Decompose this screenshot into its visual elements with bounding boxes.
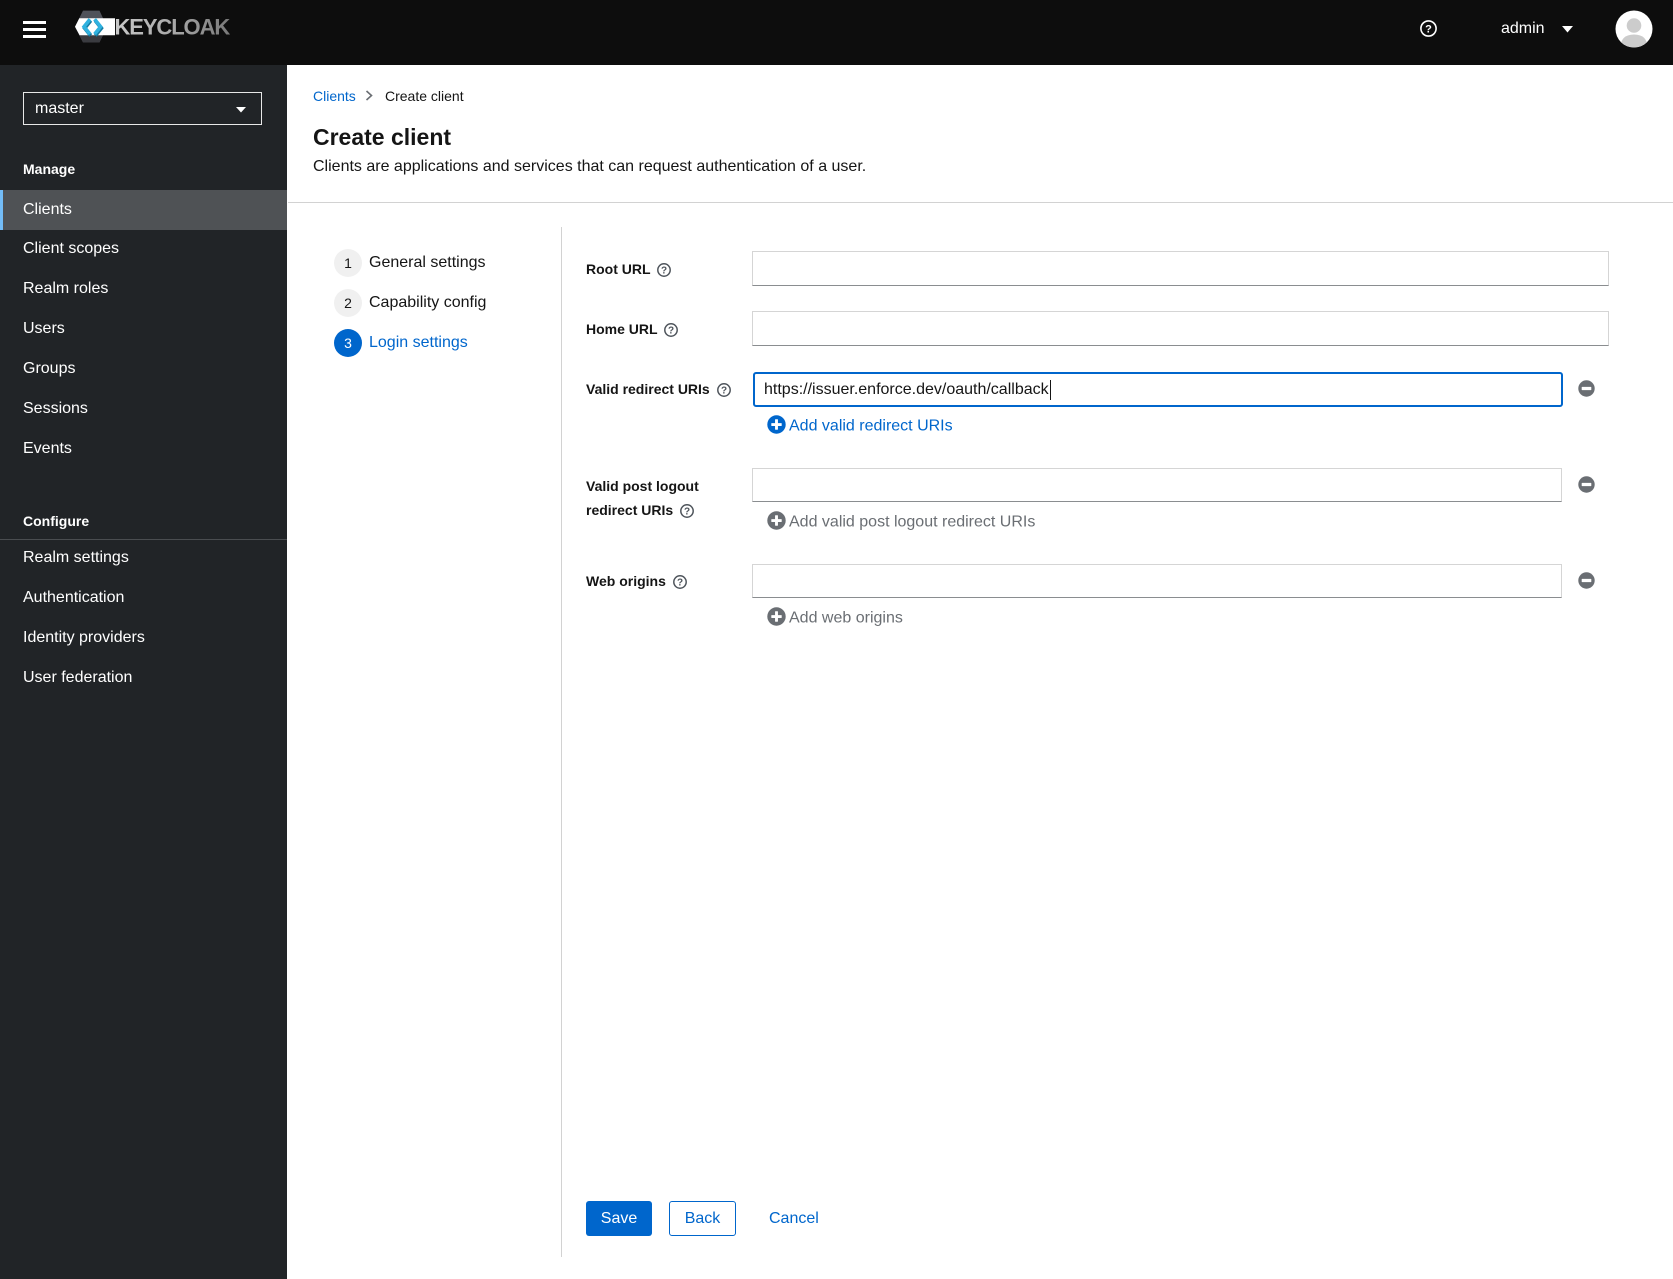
- svg-text:?: ?: [677, 577, 683, 588]
- svg-text:?: ?: [721, 385, 727, 396]
- svg-text:?: ?: [661, 265, 667, 276]
- svg-text:?: ?: [668, 325, 674, 336]
- svg-text:KEYCLOAK: KEYCLOAK: [115, 14, 231, 39]
- svg-text:?: ?: [1425, 24, 1432, 36]
- svg-text:?: ?: [684, 506, 690, 517]
